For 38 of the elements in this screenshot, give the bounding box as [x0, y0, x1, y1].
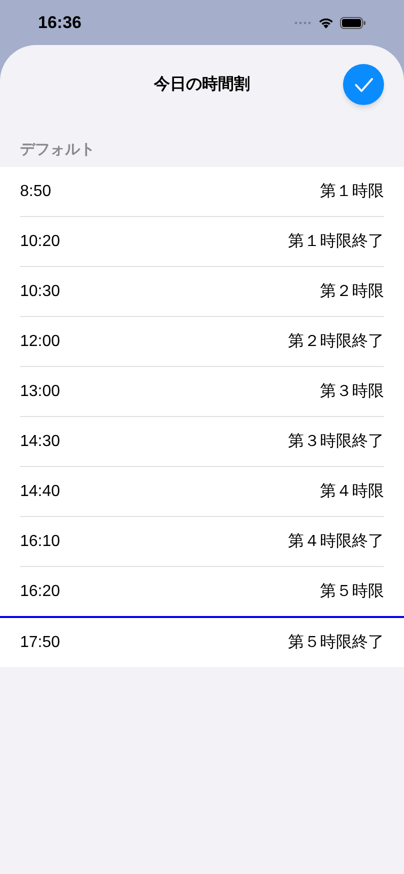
- wifi-icon: [318, 16, 334, 28]
- row-label: 第１時限: [320, 182, 384, 202]
- timetable-row[interactable]: 10:30 第２時限: [0, 267, 404, 316]
- row-label: 第３時限: [320, 382, 384, 402]
- row-label: 第２時限: [320, 282, 384, 302]
- row-label: 第５時限: [320, 582, 384, 602]
- timetable-row[interactable]: 12:00 第２時限終了: [0, 317, 404, 366]
- signal-icon: [294, 20, 312, 24]
- timetable-row[interactable]: 16:10 第４時限終了: [0, 517, 404, 566]
- row-time: 13:00: [20, 382, 62, 402]
- timetable-row[interactable]: 10:20 第１時限終了: [0, 217, 404, 266]
- row-label: 第４時限終了: [288, 532, 384, 552]
- row-time: 12:00: [20, 332, 62, 352]
- row-label: 第４時限: [320, 482, 384, 502]
- timetable-row[interactable]: 17:50 第５時限終了: [0, 618, 404, 667]
- section-header: デフォルト: [20, 140, 95, 160]
- row-time: 16:10: [20, 532, 62, 552]
- timetable-row[interactable]: 16:20 第５時限: [0, 567, 404, 616]
- row-time: 14:40: [20, 482, 62, 502]
- row-label: 第５時限終了: [288, 632, 384, 652]
- row-label: 第３時限終了: [288, 432, 384, 452]
- row-time: 10:30: [20, 282, 62, 302]
- row-time: 17:50: [20, 632, 62, 652]
- row-time: 14:30: [20, 432, 62, 452]
- row-time: 8:50: [20, 182, 52, 202]
- row-label: 第２時限終了: [288, 332, 384, 352]
- row-label: 第１時限終了: [288, 232, 384, 252]
- timetable-row[interactable]: 14:30 第３時限終了: [0, 417, 404, 466]
- timetable-row[interactable]: 8:50 第１時限: [0, 167, 404, 216]
- sheet-title: 今日の時間割: [154, 74, 250, 95]
- battery-icon: [340, 16, 366, 28]
- timetable-row[interactable]: 14:40 第４時限: [0, 467, 404, 516]
- row-time: 16:20: [20, 582, 62, 602]
- checkmark-icon: [354, 76, 374, 92]
- status-time: 16:36: [38, 12, 82, 34]
- row-time: 10:20: [20, 232, 62, 252]
- timetable-row[interactable]: 13:00 第３時限: [0, 367, 404, 416]
- done-button[interactable]: [343, 64, 384, 105]
